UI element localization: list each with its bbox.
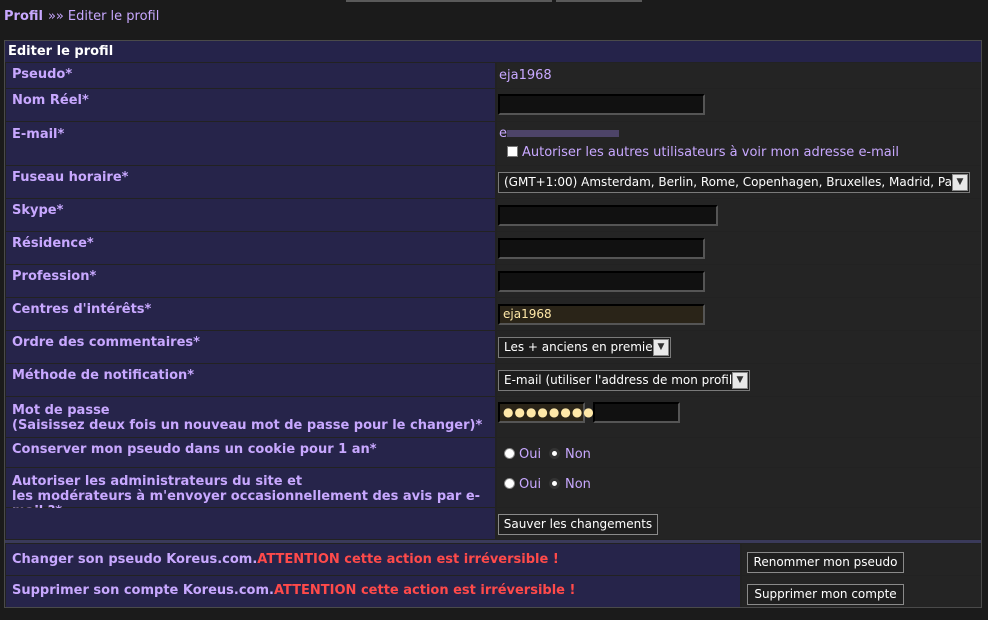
avis-oui-label: Oui (519, 477, 542, 492)
breadcrumb-profil-link[interactable]: Profil (4, 9, 43, 24)
notification-selected-value: E-mail (utiliser l'address de mon profil… (504, 373, 737, 387)
row-nom-reel: Nom Réel* (5, 89, 981, 121)
profession-label: Profession* (6, 265, 495, 297)
avis-non-label: Non (565, 477, 591, 492)
row-pseudo: Pseudo* eja1968 (5, 63, 981, 88)
rename-cell: Renommer mon pseudo (742, 544, 981, 575)
nom-reel-cell (497, 89, 981, 121)
avis-oui-radio[interactable] (504, 478, 515, 489)
cookie-non-radio[interactable] (549, 448, 560, 459)
fuseau-select[interactable]: (GMT+1:00) Amsterdam, Berlin, Rome, Cope… (498, 172, 970, 193)
nom-reel-label: Nom Réel* (6, 89, 495, 121)
residence-label: Résidence* (6, 232, 495, 264)
interets-input[interactable]: eja1968 (498, 304, 705, 325)
row-interets: Centres d'intérêts* eja1968 (5, 298, 981, 330)
fuseau-selected-value: (GMT+1:00) Amsterdam, Berlin, Rome, Cope… (504, 175, 967, 189)
skype-input[interactable] (498, 205, 718, 226)
notification-select[interactable]: E-mail (utiliser l'address de mon profil… (498, 370, 750, 391)
cookie-label: Conserver mon pseudo dans un cookie pour… (6, 438, 495, 467)
row-profession: Profession* (5, 265, 981, 297)
delete-warning: ATTENTION cette action est irréversible … (273, 583, 576, 598)
notification-cell: E-mail (utiliser l'address de mon profil… (497, 364, 981, 396)
fuseau-label: Fuseau horaire* (6, 166, 495, 198)
rename-pseudo-button[interactable]: Renommer mon pseudo (747, 552, 904, 573)
breadcrumb: Profil »» Editer le profil (4, 9, 159, 24)
row-notification: Méthode de notification* E-mail (utilise… (5, 364, 981, 396)
password-confirm-input[interactable] (593, 402, 680, 423)
cookie-non-label: Non (565, 447, 591, 462)
password-label-cell: Mot de passe (Saisissez deux fois un nou… (6, 397, 495, 437)
email-value: e (499, 126, 507, 141)
row-email: E-mail* e Autoriser les autres utilisate… (5, 122, 981, 165)
interets-cell: eja1968 (497, 298, 981, 330)
rename-text: Changer son pseudo Koreus.com. (12, 552, 258, 567)
row-save: Sauver les changements (5, 508, 981, 539)
row-avis: Autoriser les administrateurs du site et… (5, 468, 981, 519)
password-cell: ●●●●●●●● (497, 397, 981, 437)
breadcrumb-current: Editer le profil (67, 9, 160, 24)
avis-non-radio[interactable] (549, 478, 560, 489)
pseudo-value-cell: eja1968 (497, 63, 981, 88)
panel-title: Editer le profil (5, 41, 981, 62)
rename-text-cell: Changer son pseudo Koreus.com.ATTENTION … (6, 544, 740, 575)
save-cell: Sauver les changements (497, 508, 981, 539)
section-divider (5, 540, 981, 543)
top-bar-segment (556, 0, 642, 2)
chevron-down-icon: ▼ (732, 372, 748, 389)
notification-label: Méthode de notification* (6, 364, 495, 396)
skype-cell (497, 199, 981, 231)
chevron-down-icon: ▼ (653, 339, 669, 356)
row-password: Mot de passe (Saisissez deux fois un nou… (5, 397, 981, 437)
delete-text: Supprimer son compte Koreus.com. (12, 583, 274, 598)
cookie-oui-label: Oui (519, 447, 542, 462)
ordre-cell: Les + anciens en premier ▼ (497, 331, 981, 363)
show-email-label: Autoriser les autres utilisateurs à voir… (522, 145, 899, 160)
rename-warning: ATTENTION cette action est irréversible … (257, 552, 559, 567)
cookie-oui-radio[interactable] (504, 448, 515, 459)
delete-text-cell: Supprimer son compte Koreus.com.ATTENTIO… (6, 576, 740, 607)
avis-cell: Oui Non (497, 468, 981, 507)
save-label-cell (6, 508, 495, 539)
avis-label-line1: Autoriser les administrateurs du site et (12, 474, 303, 489)
residence-cell (497, 232, 981, 264)
skype-label: Skype* (6, 199, 495, 231)
email-label: E-mail* (6, 122, 495, 165)
email-redacted-blur (507, 130, 619, 137)
row-delete: Supprimer son compte Koreus.com.ATTENTIO… (5, 576, 981, 607)
interets-label: Centres d'intérêts* (6, 298, 495, 330)
row-residence: Résidence* (5, 232, 981, 264)
residence-input[interactable] (498, 238, 705, 259)
pseudo-value: eja1968 (499, 68, 552, 83)
row-skype: Skype* (5, 199, 981, 231)
row-cookie: Conserver mon pseudo dans un cookie pour… (5, 438, 981, 467)
top-bar-segment (346, 0, 552, 2)
row-ordre: Ordre des commentaires* Les + anciens en… (5, 331, 981, 363)
delete-account-button[interactable]: Supprimer mon compte (747, 584, 904, 605)
breadcrumb-separator: »» (47, 9, 64, 24)
password-input[interactable]: ●●●●●●●● (498, 402, 594, 423)
save-button[interactable]: Sauver les changements (498, 514, 658, 535)
ordre-label: Ordre des commentaires* (6, 331, 495, 363)
profession-cell (497, 265, 981, 297)
cookie-cell: Oui Non (497, 438, 981, 467)
ordre-select[interactable]: Les + anciens en premier ▼ (498, 337, 671, 358)
edit-profile-panel: Editer le profil Pseudo* eja1968 Nom Rée… (4, 40, 982, 608)
ordre-selected-value: Les + anciens en premier (504, 340, 658, 354)
show-email-checkbox[interactable] (507, 146, 518, 157)
delete-cell: Supprimer mon compte (742, 576, 981, 607)
avis-label-cell: Autoriser les administrateurs du site et… (6, 468, 495, 519)
profession-input[interactable] (498, 271, 705, 292)
password-hint: (Saisissez deux fois un nouveau mot de p… (12, 418, 483, 433)
chevron-down-icon: ▼ (952, 174, 968, 191)
row-rename: Changer son pseudo Koreus.com.ATTENTION … (5, 544, 981, 575)
row-fuseau: Fuseau horaire* (GMT+1:00) Amsterdam, Be… (5, 166, 981, 198)
password-label: Mot de passe (12, 403, 110, 418)
email-cell: e Autoriser les autres utilisateurs à vo… (497, 122, 981, 165)
pseudo-label: Pseudo* (6, 63, 495, 88)
nom-reel-input[interactable] (498, 94, 705, 115)
fuseau-cell: (GMT+1:00) Amsterdam, Berlin, Rome, Cope… (497, 166, 981, 198)
